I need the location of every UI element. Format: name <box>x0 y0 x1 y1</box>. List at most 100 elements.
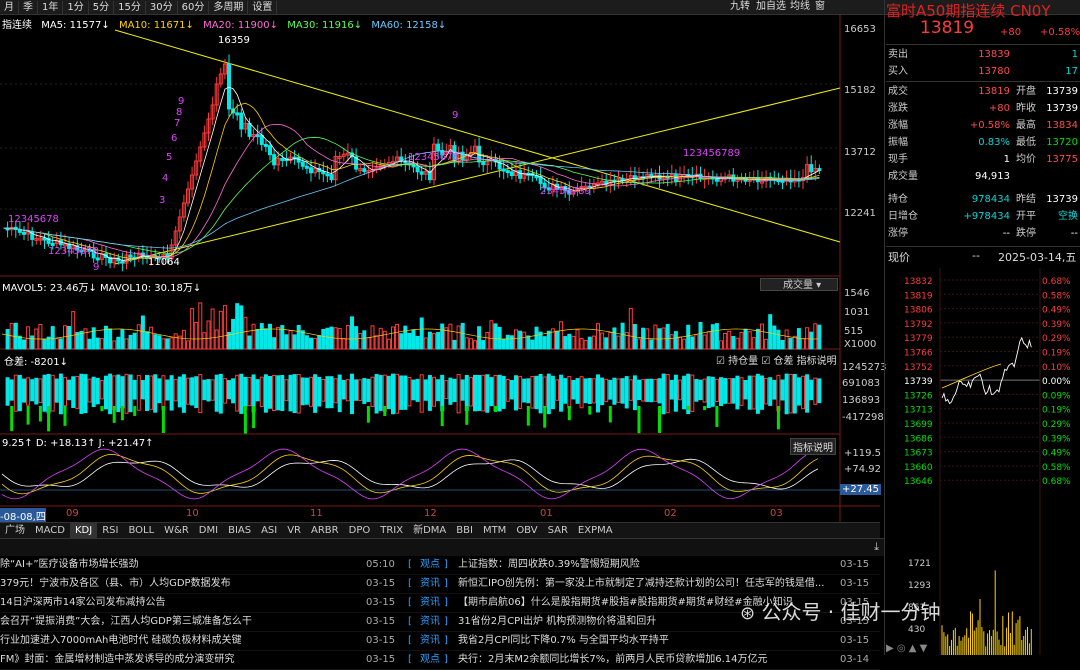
period-2[interactable]: 1年 <box>38 1 64 15</box>
oi-bar <box>493 374 498 412</box>
oi-bar <box>456 373 461 414</box>
period-9[interactable]: 设置 <box>248 1 278 15</box>
tab-0[interactable]: 广场 <box>0 523 30 538</box>
tab-11[interactable]: DPO <box>344 523 376 538</box>
tab-3[interactable]: RSI <box>97 523 123 538</box>
tab-9[interactable]: VR <box>282 523 306 538</box>
window-button[interactable]: 窗 <box>815 0 825 14</box>
news-row[interactable]: FM》封面：金属增材制造中蒸发诱导的成分演变研究 03-15[观点] 央行：2月末M… <box>0 651 880 670</box>
tab-17[interactable]: SAR <box>543 523 573 538</box>
mini-pct-tick: 0.58% <box>1042 291 1071 301</box>
oi-bar <box>788 373 793 414</box>
volume-bar <box>22 339 26 350</box>
indicator-tabs: 广场 MACD KDJ RSI BOLL W&R DMI BIAS ASI VR ARBR DPO TR… <box>0 522 880 538</box>
oi-options[interactable]: ☑ 持仓量 ☑ 仓差 指标说明 <box>716 352 837 367</box>
tab-4[interactable]: BOLL <box>123 523 159 538</box>
tab-1[interactable]: MACD <box>30 523 70 538</box>
news-row[interactable]: 除“AI+”医疗设备市场增长强劲 05:10[观点] 上证指数：周四收跌0.39%警… <box>0 556 880 575</box>
oi-bar <box>505 378 510 402</box>
candle <box>42 237 47 241</box>
ma-button[interactable]: 均线 <box>790 0 810 14</box>
period-0[interactable]: 月 <box>0 1 19 15</box>
volume-bar <box>75 332 80 350</box>
oi-bar <box>50 374 55 412</box>
period-7[interactable]: 60分 <box>178 1 210 15</box>
mini-pct-tick: 0.68% <box>1042 277 1071 287</box>
period-1[interactable]: 季 <box>19 1 38 15</box>
volume-bar <box>17 335 22 350</box>
kdj-explain-button[interactable]: 指标说明 <box>790 438 836 455</box>
kdj-line <box>1 453 819 495</box>
news-row[interactable]: 行业加速进入7000mAh电池时代 硅碳负极材料成关键 03-15[资讯] 我省2月… <box>0 632 880 651</box>
volume-bar <box>419 317 424 350</box>
oi-bar <box>497 374 502 412</box>
tab-16[interactable]: OBV <box>511 523 542 538</box>
volume-bar <box>526 335 531 350</box>
tab-6[interactable]: DMI <box>194 523 223 538</box>
period-3[interactable]: 1分 <box>63 1 89 15</box>
oi-bar <box>54 378 59 403</box>
oi-bar <box>514 375 518 411</box>
td-mark: 23456789 <box>540 186 591 197</box>
candle <box>304 165 309 169</box>
oi-bar <box>366 378 371 402</box>
tab-5[interactable]: W&R <box>159 523 194 538</box>
volume-bar <box>534 326 539 350</box>
quote-row: 持仓 978434 昨结 13739 <box>888 194 1078 205</box>
tab-10[interactable]: ARBR <box>306 523 344 538</box>
oi-bar <box>358 379 363 401</box>
oi-bar <box>739 377 744 406</box>
oi-bar <box>91 376 96 407</box>
tab-8[interactable]: ASI <box>256 523 282 538</box>
tab-7[interactable]: BIAS <box>223 523 256 538</box>
oi-bar <box>632 375 637 411</box>
volume-bar <box>600 332 605 350</box>
volume-bar <box>743 328 748 350</box>
tab-15[interactable]: MTM <box>478 523 511 538</box>
oi-bar <box>300 377 305 406</box>
price-tick: 15182 <box>844 85 876 96</box>
volume-bar <box>714 323 719 350</box>
volume-bar <box>268 323 272 350</box>
volume-bar <box>505 334 510 350</box>
tab-12[interactable]: TRIX <box>375 523 408 538</box>
oi-bar <box>382 374 387 412</box>
bottom-icons[interactable]: ▶ ◎ ▲ ▼ <box>886 643 927 654</box>
oi-bar <box>764 377 769 405</box>
volume-bar <box>136 324 141 350</box>
watermark: ⊛ 公众号 · 佳财一分钟 <box>740 600 941 624</box>
volume-bar <box>719 340 723 350</box>
oi-diff-bar <box>567 406 571 421</box>
oi-bar <box>596 374 600 413</box>
period-4[interactable]: 5分 <box>89 1 115 15</box>
candle <box>518 170 523 179</box>
oi-bar <box>481 374 486 412</box>
mini-price-tick: 13646 <box>904 477 933 487</box>
tab-14[interactable]: BBI <box>451 523 478 538</box>
mini-pct-tick: 0.39% <box>1042 320 1071 330</box>
oi-bar <box>42 374 47 412</box>
jiuzhuan-button[interactable]: 九转 <box>730 0 750 14</box>
oi-bar <box>120 376 125 409</box>
oi-bar <box>620 378 625 404</box>
volume-bar <box>596 323 600 350</box>
oi-diff-bar <box>494 406 497 413</box>
period-8[interactable]: 多周期 <box>209 1 249 15</box>
tab-13[interactable]: 新DMA <box>408 523 451 538</box>
oi-diff-bar <box>161 406 165 433</box>
period-6[interactable]: 30分 <box>146 1 178 15</box>
volume-bar <box>731 336 736 350</box>
oi-bar <box>645 378 650 402</box>
indicator-select[interactable]: 成交量 ▾ <box>760 278 838 291</box>
tab-2[interactable]: KDJ <box>69 523 98 538</box>
download-icon[interactable]: ⤓ <box>874 540 879 554</box>
volume-bar <box>128 334 133 350</box>
volume-bar <box>247 335 252 350</box>
oi-bar <box>571 379 576 400</box>
tab-18[interactable]: EXPMA <box>573 523 618 538</box>
vol-tick: 1031 <box>844 307 870 318</box>
period-5[interactable]: 15分 <box>114 1 146 15</box>
news-row[interactable]: 379元！宁波市及各区（县、市）人均GDP数据发布 03-15[资讯] 新恒汇IPO… <box>0 575 880 594</box>
oi-bar <box>210 379 215 401</box>
add-watchlist-button[interactable]: 加自选 <box>756 0 786 14</box>
